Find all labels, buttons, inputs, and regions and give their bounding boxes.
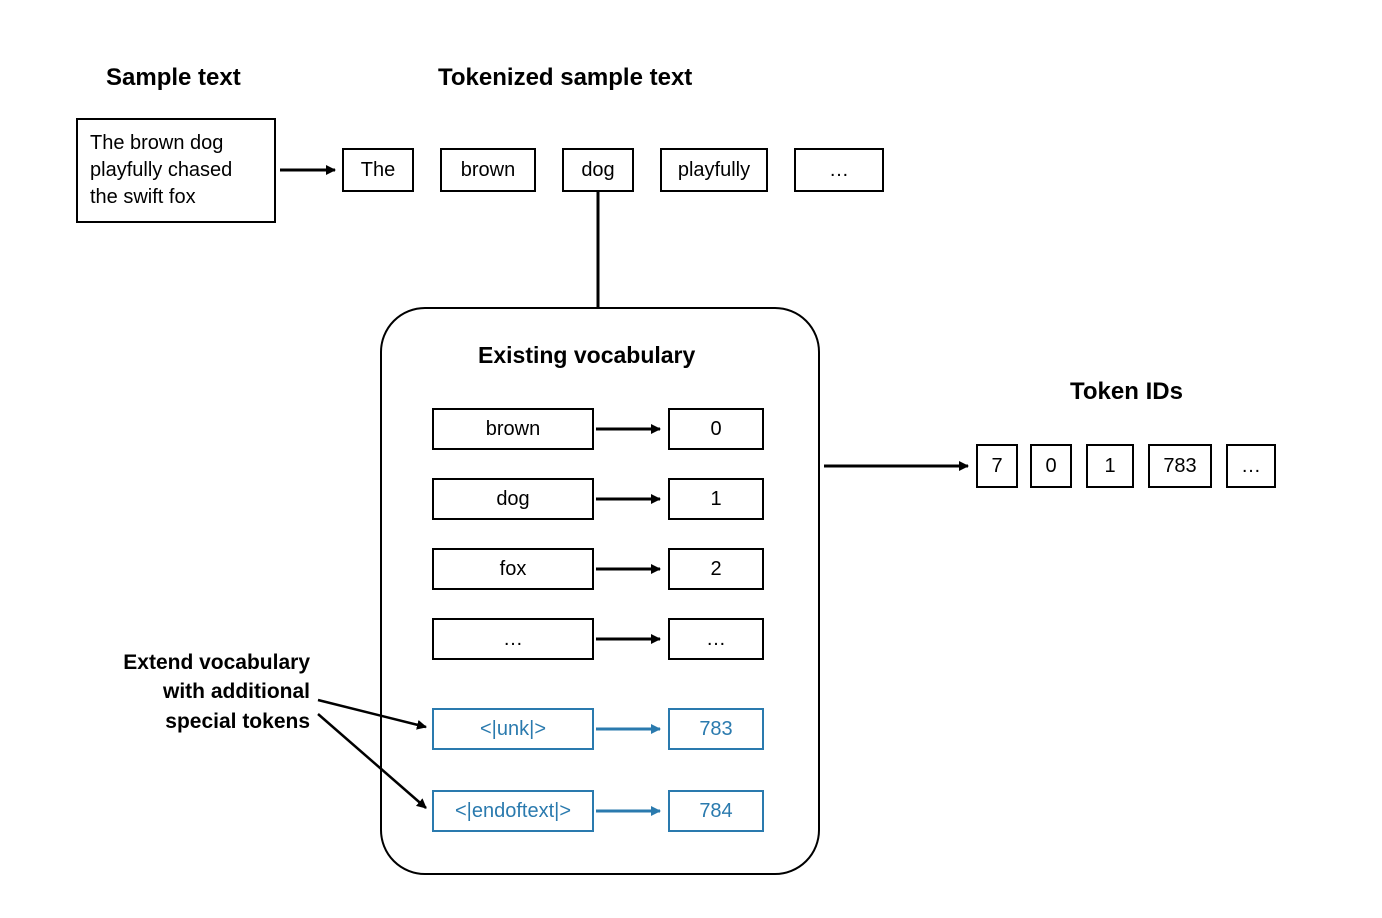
vocab-word-unk: <|unk|> <box>432 708 594 750</box>
vocab-id-0: 0 <box>668 408 764 450</box>
vocab-id-2: 2 <box>668 548 764 590</box>
vocab-word-endoftext: <|endoftext|> <box>432 790 594 832</box>
vocab-word-fox: fox <box>432 548 594 590</box>
sample-line-1: The brown dog <box>90 130 262 157</box>
heading-sample-text: Sample text <box>106 64 241 92</box>
tokenid-1: 1 <box>1086 444 1134 488</box>
token-playfully: playfully <box>660 148 768 192</box>
tokenid-7: 7 <box>976 444 1018 488</box>
vocab-id-ellipsis: … <box>668 618 764 660</box>
heading-token-ids: Token IDs <box>1070 378 1183 406</box>
vocab-id-783: 783 <box>668 708 764 750</box>
tokenid-783: 783 <box>1148 444 1212 488</box>
side-label-line-1: Extend vocabulary <box>80 648 310 677</box>
token-ellipsis: … <box>794 148 884 192</box>
vocab-word-ellipsis: … <box>432 618 594 660</box>
vocab-id-1: 1 <box>668 478 764 520</box>
vocab-word-dog: dog <box>432 478 594 520</box>
token-dog: dog <box>562 148 634 192</box>
side-label-line-3: special tokens <box>80 707 310 736</box>
token-brown: brown <box>440 148 536 192</box>
token-the: The <box>342 148 414 192</box>
vocab-word-brown: brown <box>432 408 594 450</box>
vocab-id-784: 784 <box>668 790 764 832</box>
sample-line-2: playfully chased <box>90 157 262 184</box>
heading-existing-vocab: Existing vocabulary <box>478 342 695 369</box>
tokenid-0: 0 <box>1030 444 1072 488</box>
tokenid-ellipsis: … <box>1226 444 1276 488</box>
sample-text-box: The brown dog playfully chased the swift… <box>76 118 276 223</box>
sample-line-3: the swift fox <box>90 184 262 211</box>
heading-tokenized: Tokenized sample text <box>438 64 692 92</box>
side-label-line-2: with additional <box>80 677 310 706</box>
side-label-extend-vocab: Extend vocabulary with additional specia… <box>80 648 310 736</box>
